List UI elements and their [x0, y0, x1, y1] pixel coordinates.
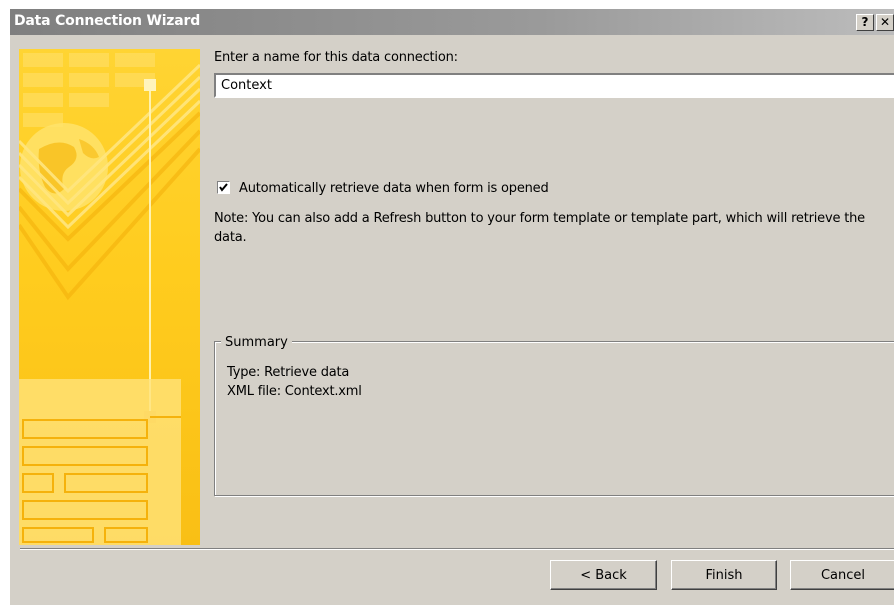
close-button[interactable]: ✕	[876, 14, 894, 31]
help-button[interactable]: ?	[856, 14, 874, 31]
window-title: Data Connection Wizard	[14, 13, 201, 29]
summary-title: Summary	[221, 335, 292, 350]
connection-name-input[interactable]	[214, 73, 894, 98]
title-bar[interactable]: Data Connection Wizard ? ✕	[10, 9, 894, 35]
auto-retrieve-checkbox[interactable]	[217, 181, 230, 194]
summary-type: Type: Retrieve data	[227, 365, 350, 380]
refresh-note: Note: You can also add a Refresh button …	[214, 211, 865, 245]
wizard-side-graphic	[19, 49, 200, 545]
summary-xml-file: XML file: Context.xml	[227, 384, 362, 399]
finish-button[interactable]: Finish	[671, 560, 777, 590]
auto-retrieve-label[interactable]: Automatically retrieve data when form is…	[239, 181, 549, 196]
decorative-banner-graphic	[19, 53, 200, 545]
summary-details: Type: Retrieve data XML file: Context.xm…	[227, 363, 362, 401]
cancel-button[interactable]: Cancel	[790, 560, 894, 590]
back-button[interactable]: < Back	[550, 560, 657, 590]
checkmark-icon	[219, 183, 228, 192]
connection-name-label: Enter a name for this data connection:	[214, 50, 458, 65]
button-separator	[20, 548, 894, 550]
data-connection-wizard-dialog: Data Connection Wizard ? ✕ Enter a name …	[10, 9, 894, 605]
